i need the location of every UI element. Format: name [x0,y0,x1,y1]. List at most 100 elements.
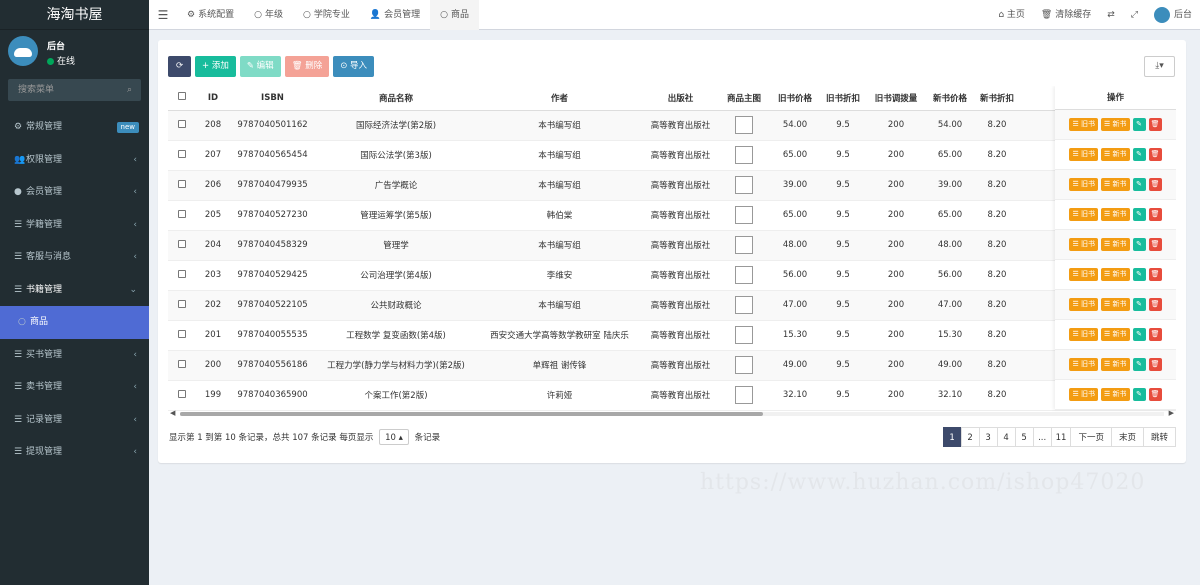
old-book-button[interactable]: ☰ 旧书 [1069,358,1098,371]
new-book-button[interactable]: ☰ 新书 [1101,328,1130,341]
row-delete-button[interactable]: 🗑 [1148,328,1162,341]
column-header[interactable]: ISBN [230,86,315,111]
new-book-button[interactable]: ☰ 新书 [1101,178,1130,191]
column-header[interactable]: 旧书调拨量 [865,86,927,111]
old-book-button[interactable]: ☰ 旧书 [1069,268,1098,281]
row-checkbox[interactable] [168,260,196,291]
tab-4[interactable]: ○ 商品 [430,0,479,30]
page-1[interactable]: 1 [942,427,962,447]
admin-menu[interactable]: 后台 [1146,0,1200,30]
old-book-button[interactable]: ☰ 旧书 [1069,298,1098,311]
tab-3[interactable]: 👤 会员管理 [360,0,430,30]
row-delete-button[interactable]: 🗑 [1148,208,1162,221]
translate-icon[interactable]: ⇄ [1099,0,1123,30]
clear-cache-button[interactable]: 🗑 清除缓存 [1033,0,1099,30]
column-header[interactable]: 新书价格 [927,86,973,111]
table-row[interactable]: 208 9787040501162 国际经济法学(第2版) 本书编写组 高等教育出版社 5… [168,110,1176,141]
page-size-select[interactable]: 10 ▴ [379,429,409,445]
row-edit-button[interactable]: ✎ [1132,388,1146,401]
broken-image-icon[interactable] [735,146,753,164]
row-edit-button[interactable]: ✎ [1132,328,1146,341]
table-row[interactable]: 201 9787040055535 工程数学 复变函数(第4版) 西安交通大学高等数学… [168,320,1176,351]
menu-toggle-icon[interactable]: ☰ [149,0,177,30]
page-4[interactable]: 4 [996,427,1016,447]
tab-0[interactable]: ⚙ 系统配置 [177,0,244,30]
row-checkbox[interactable] [168,290,196,321]
column-header[interactable]: 商品主图 [719,86,769,111]
select-all-checkbox[interactable] [168,86,196,111]
new-book-button[interactable]: ☰ 新书 [1101,238,1130,251]
table-row[interactable]: 206 9787040479935 广告学概论 本书编写组 高等教育出版社 39.00 9.… [168,170,1176,201]
new-book-button[interactable]: ☰ 新书 [1101,298,1130,311]
sidebar-item-6[interactable]: ○ 商品 [0,306,149,339]
sidebar-item-4[interactable]: ☰ 客服与消息 ‹ [0,241,149,274]
edit-button[interactable]: ✎ 编辑 [239,56,281,77]
broken-image-icon[interactable] [735,326,753,344]
broken-image-icon[interactable] [735,266,753,284]
app-title[interactable]: 海淘书屋 [0,0,149,30]
sidebar-item-8[interactable]: ☰ 卖书管理 ‹ [0,371,149,404]
table-row[interactable]: 203 9787040529425 公司治理学(第4版) 李维安 高等教育出版社 56.0… [168,260,1176,291]
horizontal-scrollbar[interactable]: ◀ ▶ [170,409,1174,417]
scroll-thumb[interactable] [180,412,763,416]
row-edit-button[interactable]: ✎ [1132,118,1146,131]
last-page-button[interactable]: 末页 [1110,427,1144,447]
row-checkbox[interactable] [168,350,196,381]
sidebar-item-3[interactable]: ☰ 学籍管理 ‹ [0,209,149,242]
row-checkbox[interactable] [168,140,196,171]
row-delete-button[interactable]: 🗑 [1148,268,1162,281]
broken-image-icon[interactable] [735,236,753,254]
broken-image-icon[interactable] [735,356,753,374]
table-row[interactable]: 204 9787040458329 管理学 本书编写组 高等教育出版社 48.00 9.5 2… [168,230,1176,261]
tab-2[interactable]: ○ 学院专业 [293,0,360,30]
broken-image-icon[interactable] [735,116,753,134]
row-edit-button[interactable]: ✎ [1132,148,1146,161]
sidebar-item-1[interactable]: 👥权限管理 ‹ [0,144,149,177]
table-row[interactable]: 200 9787040556186 工程力学(静力学与材料力学)(第2版) 单辉祖 谢… [168,350,1176,381]
table-row[interactable]: 205 9787040527230 管理运筹学(第5版) 韩伯棠 高等教育出版社 65.0… [168,200,1176,231]
row-delete-button[interactable]: 🗑 [1148,358,1162,371]
refresh-button[interactable]: ⟳ [168,56,191,77]
page-2[interactable]: 2 [960,427,980,447]
export-button[interactable]: ⤓▾ [1144,56,1175,77]
sidebar-item-9[interactable]: ☰ 记录管理 ‹ [0,404,149,437]
column-header[interactable]: 出版社 [642,86,719,111]
row-delete-button[interactable]: 🗑 [1148,148,1162,161]
sidebar-item-10[interactable]: ☰ 提现管理 ‹ [0,436,149,469]
row-delete-button[interactable]: 🗑 [1148,298,1162,311]
broken-image-icon[interactable] [735,386,753,404]
column-header[interactable]: 商品名称 [315,86,477,111]
table-row[interactable]: 202 9787040522105 公共财政概论 本书编写组 高等教育出版社 47.00 9… [168,290,1176,321]
row-checkbox[interactable] [168,320,196,351]
page-11[interactable]: 11 [1050,427,1072,447]
import-button[interactable]: ⊙ 导入 [333,56,375,77]
new-book-button[interactable]: ☰ 新书 [1101,388,1130,401]
add-button[interactable]: + 添加 [195,56,236,77]
column-header[interactable]: 新书折扣 [973,86,1021,111]
new-book-button[interactable]: ☰ 新书 [1101,118,1130,131]
row-delete-button[interactable]: 🗑 [1148,118,1162,131]
table-row[interactable]: 207 9787040565454 国际公法学(第3版) 本书编写组 高等教育出版社 65… [168,140,1176,171]
scroll-right-icon[interactable]: ▶ [1169,409,1174,417]
old-book-button[interactable]: ☰ 旧书 [1069,388,1098,401]
broken-image-icon[interactable] [735,296,753,314]
jump-page-button[interactable]: 跳转 [1142,427,1176,447]
row-checkbox[interactable] [168,110,196,141]
page-3[interactable]: 3 [978,427,998,447]
old-book-button[interactable]: ☰ 旧书 [1069,148,1098,161]
column-header[interactable]: 旧书折扣 [821,86,865,111]
old-book-button[interactable]: ☰ 旧书 [1069,178,1098,191]
old-book-button[interactable]: ☰ 旧书 [1069,208,1098,221]
row-edit-button[interactable]: ✎ [1132,358,1146,371]
new-book-button[interactable]: ☰ 新书 [1101,268,1130,281]
search-icon[interactable]: ⌕ [127,79,132,101]
row-delete-button[interactable]: 🗑 [1148,388,1162,401]
sidebar-item-2[interactable]: ● 会员管理 ‹ [0,176,149,209]
row-edit-button[interactable]: ✎ [1132,208,1146,221]
old-book-button[interactable]: ☰ 旧书 [1069,118,1098,131]
sidebar-item-0[interactable]: ⚙ 常规管理 new [0,111,149,144]
next-page-button[interactable]: 下一页 [1070,427,1112,447]
delete-button[interactable]: 🗑 删除 [284,56,330,77]
column-header[interactable]: ID [196,86,230,111]
new-book-button[interactable]: ☰ 新书 [1101,208,1130,221]
